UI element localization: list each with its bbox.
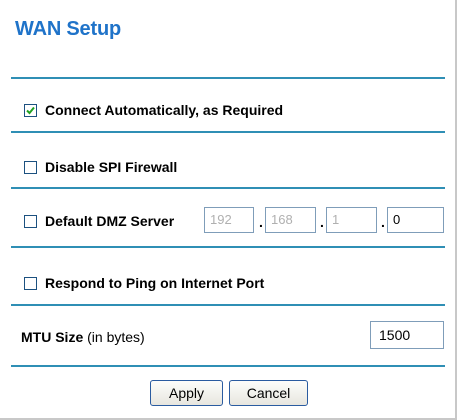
- divider: [11, 304, 445, 306]
- dmz-ip-octet-2[interactable]: 168: [265, 207, 316, 233]
- divider: [11, 246, 445, 248]
- option-disable-spi-firewall[interactable]: Disable SPI Firewall: [24, 159, 177, 175]
- divider: [11, 187, 445, 189]
- disable-spi-firewall-label: Disable SPI Firewall: [45, 159, 178, 175]
- dmz-ip-octet-4[interactable]: 0: [387, 207, 444, 233]
- dmz-ip-octet-1[interactable]: 192: [204, 207, 254, 233]
- divider: [11, 131, 445, 133]
- mtu-size-label-text: MTU Size: [21, 329, 84, 345]
- page-title: WAN Setup: [15, 18, 121, 40]
- divider: [11, 77, 445, 79]
- divider: [11, 365, 445, 367]
- mtu-size-label: MTU Size (in bytes): [21, 329, 145, 345]
- connect-automatically-checkbox[interactable]: [24, 103, 37, 117]
- connect-automatically-label: Connect Automatically, as Required: [45, 102, 284, 118]
- ip-separator: .: [381, 214, 385, 230]
- checkmark-icon: [26, 106, 35, 114]
- ip-separator: .: [320, 214, 324, 230]
- option-connect-automatically[interactable]: Connect Automatically, as Required: [24, 102, 283, 118]
- disable-spi-firewall-checkbox[interactable]: [24, 160, 37, 174]
- respond-to-ping-label: Respond to Ping on Internet Port: [45, 275, 265, 291]
- mtu-size-input[interactable]: 1500: [370, 321, 444, 349]
- mtu-size-unit: (in bytes): [87, 329, 145, 345]
- option-default-dmz-server[interactable]: Default DMZ Server: [24, 213, 174, 229]
- ip-separator: .: [259, 214, 263, 230]
- apply-button[interactable]: Apply: [150, 380, 223, 406]
- cancel-button[interactable]: Cancel: [229, 380, 308, 406]
- option-respond-to-ping[interactable]: Respond to Ping on Internet Port: [24, 275, 264, 291]
- default-dmz-server-checkbox[interactable]: [24, 214, 37, 228]
- dmz-ip-octet-3[interactable]: 1: [326, 207, 377, 233]
- respond-to-ping-checkbox[interactable]: [24, 276, 37, 290]
- default-dmz-server-label: Default DMZ Server: [45, 213, 175, 229]
